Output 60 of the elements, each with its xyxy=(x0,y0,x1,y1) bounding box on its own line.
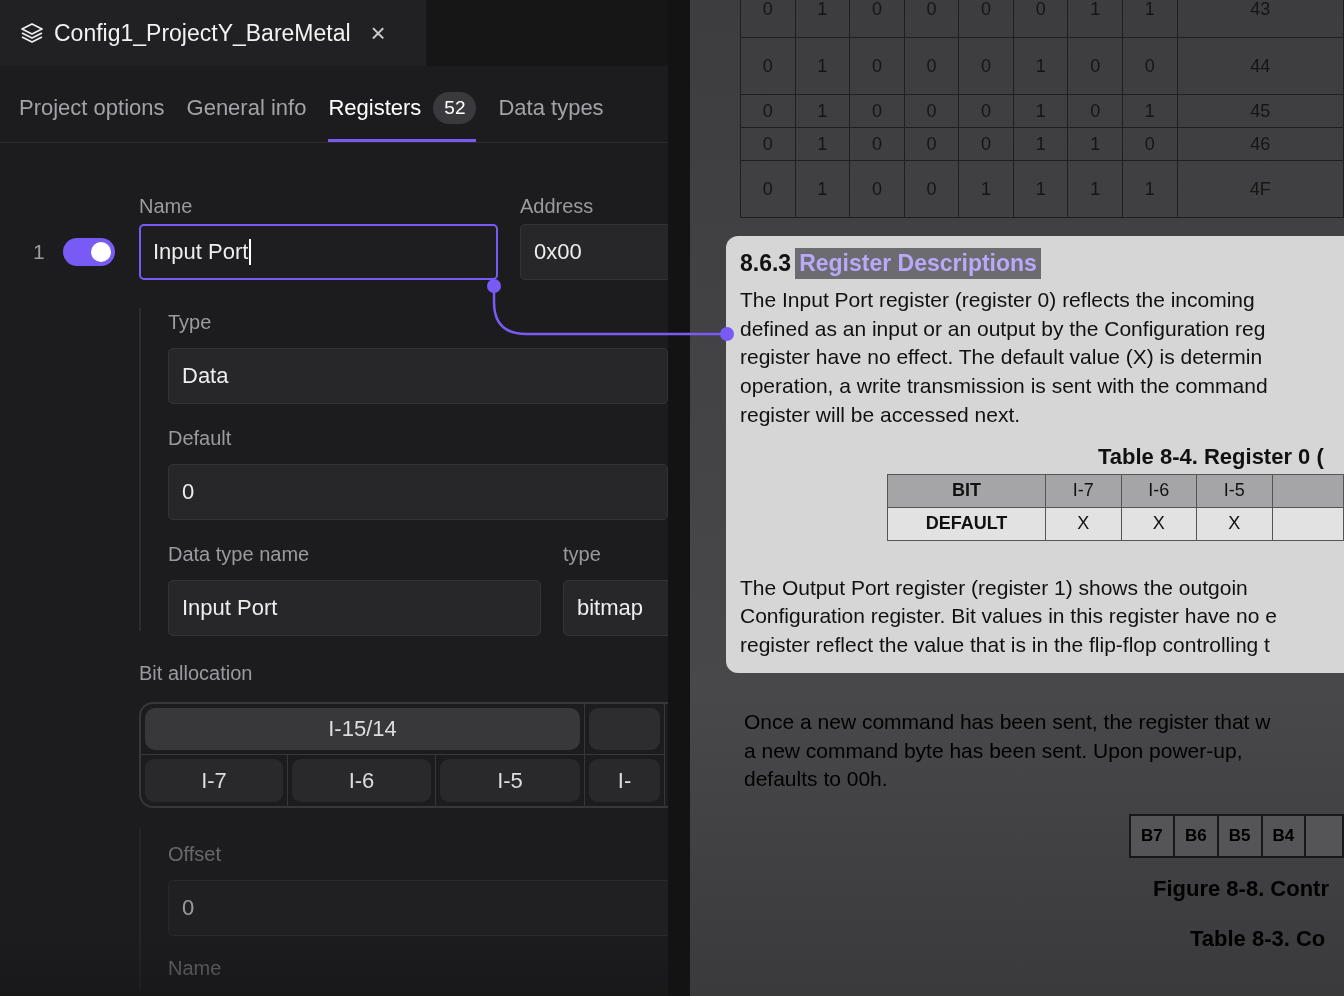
tab-title: Config1_ProjectY_BareMetal xyxy=(54,19,351,47)
field-label: type xyxy=(563,542,602,566)
field-label: Name xyxy=(139,194,194,218)
text-line: register will be accessed next. xyxy=(740,401,1022,428)
tab[interactable]: Registers 52 xyxy=(328,66,477,142)
text-line: a new command byte has been sent. Upon power-up, xyxy=(744,737,1244,764)
tab[interactable]: Data types xyxy=(498,66,604,142)
table-cell: B4 xyxy=(1261,815,1306,858)
field-label: Default xyxy=(168,426,233,450)
type-field[interactable]: Data xyxy=(168,348,668,404)
table-cell: B5 xyxy=(1217,815,1262,858)
type-field[interactable]: bitmap xyxy=(563,580,668,636)
default-field[interactable]: 0 xyxy=(168,464,668,520)
figure-caption: Figure 8-8. Contr xyxy=(1153,876,1330,903)
offset-field[interactable]: 0 xyxy=(168,880,668,936)
section-label: Bit allocation xyxy=(139,661,254,685)
close-icon[interactable]: × xyxy=(370,20,386,46)
document-tab[interactable]: Config1_ProjectY_BareMetal × xyxy=(0,0,426,66)
text-line: Once a new command has been sent, the register that w xyxy=(744,709,1272,735)
name-field[interactable]: Input Port xyxy=(139,224,498,280)
bit-cell[interactable]: I-7 xyxy=(145,759,283,802)
text-line: register reflect the value that is in the flip-flop controlling t xyxy=(740,631,1271,658)
bit-group-cell[interactable]: I-15/14 xyxy=(145,708,580,750)
field-label: Type xyxy=(168,310,213,334)
address-field[interactable]: 0x00 xyxy=(520,224,668,280)
count-badge: 52 xyxy=(433,91,477,124)
table-cell: B6 xyxy=(1173,815,1218,858)
text-line: The Input Port register (register 0) reflects the incoming xyxy=(740,287,1256,313)
bit-cell[interactable]: I-6 xyxy=(292,759,431,802)
text-line: defined as an input or an output by the Configuration reg xyxy=(740,315,1267,342)
section-title: Register Descriptions xyxy=(795,247,1041,279)
text-line: Configuration register. Bit values in this register have no e xyxy=(740,603,1278,630)
bit-cell[interactable]: I- xyxy=(589,759,660,802)
table-cell: BIT xyxy=(887,474,1046,507)
field-label: Offset xyxy=(168,842,222,866)
table-cell: I-6 xyxy=(1121,474,1197,507)
bit-cell[interactable]: I-5 xyxy=(440,759,580,802)
text-line: defaults to 00h. xyxy=(744,766,889,793)
table-cell: DEFAULT xyxy=(887,507,1046,540)
table-cell: I-5 xyxy=(1196,474,1273,507)
table-cell: B7 xyxy=(1130,815,1174,858)
table-cell: X xyxy=(1196,507,1273,540)
text-line: operation, a write transmission is sent with the command xyxy=(740,373,1269,400)
text-line: register have no effect. The default value (X) is determin xyxy=(740,344,1264,371)
section-number: 8.6.3 xyxy=(740,249,792,277)
table-caption: Table 8-4. Register 0 ( xyxy=(1098,443,1325,470)
field-label: Name xyxy=(168,956,223,980)
text-line: The Output Port register (register 1) shows the outgoin xyxy=(740,574,1249,601)
toggle-switch[interactable] xyxy=(62,238,115,266)
field-label: Data type name xyxy=(168,542,311,566)
table-cell: X xyxy=(1045,507,1122,540)
table-caption: Table 8-3. Co xyxy=(1190,926,1327,953)
table-cell: X xyxy=(1121,507,1197,540)
tab[interactable]: General info xyxy=(186,66,307,142)
field-label: Address xyxy=(520,194,595,218)
tab[interactable]: Project options xyxy=(19,66,165,142)
layers-icon xyxy=(20,21,44,45)
table-cell: I-7 xyxy=(1045,474,1122,507)
row-number: 1 xyxy=(33,240,45,264)
data-type-name-field[interactable]: Input Port xyxy=(168,580,541,636)
